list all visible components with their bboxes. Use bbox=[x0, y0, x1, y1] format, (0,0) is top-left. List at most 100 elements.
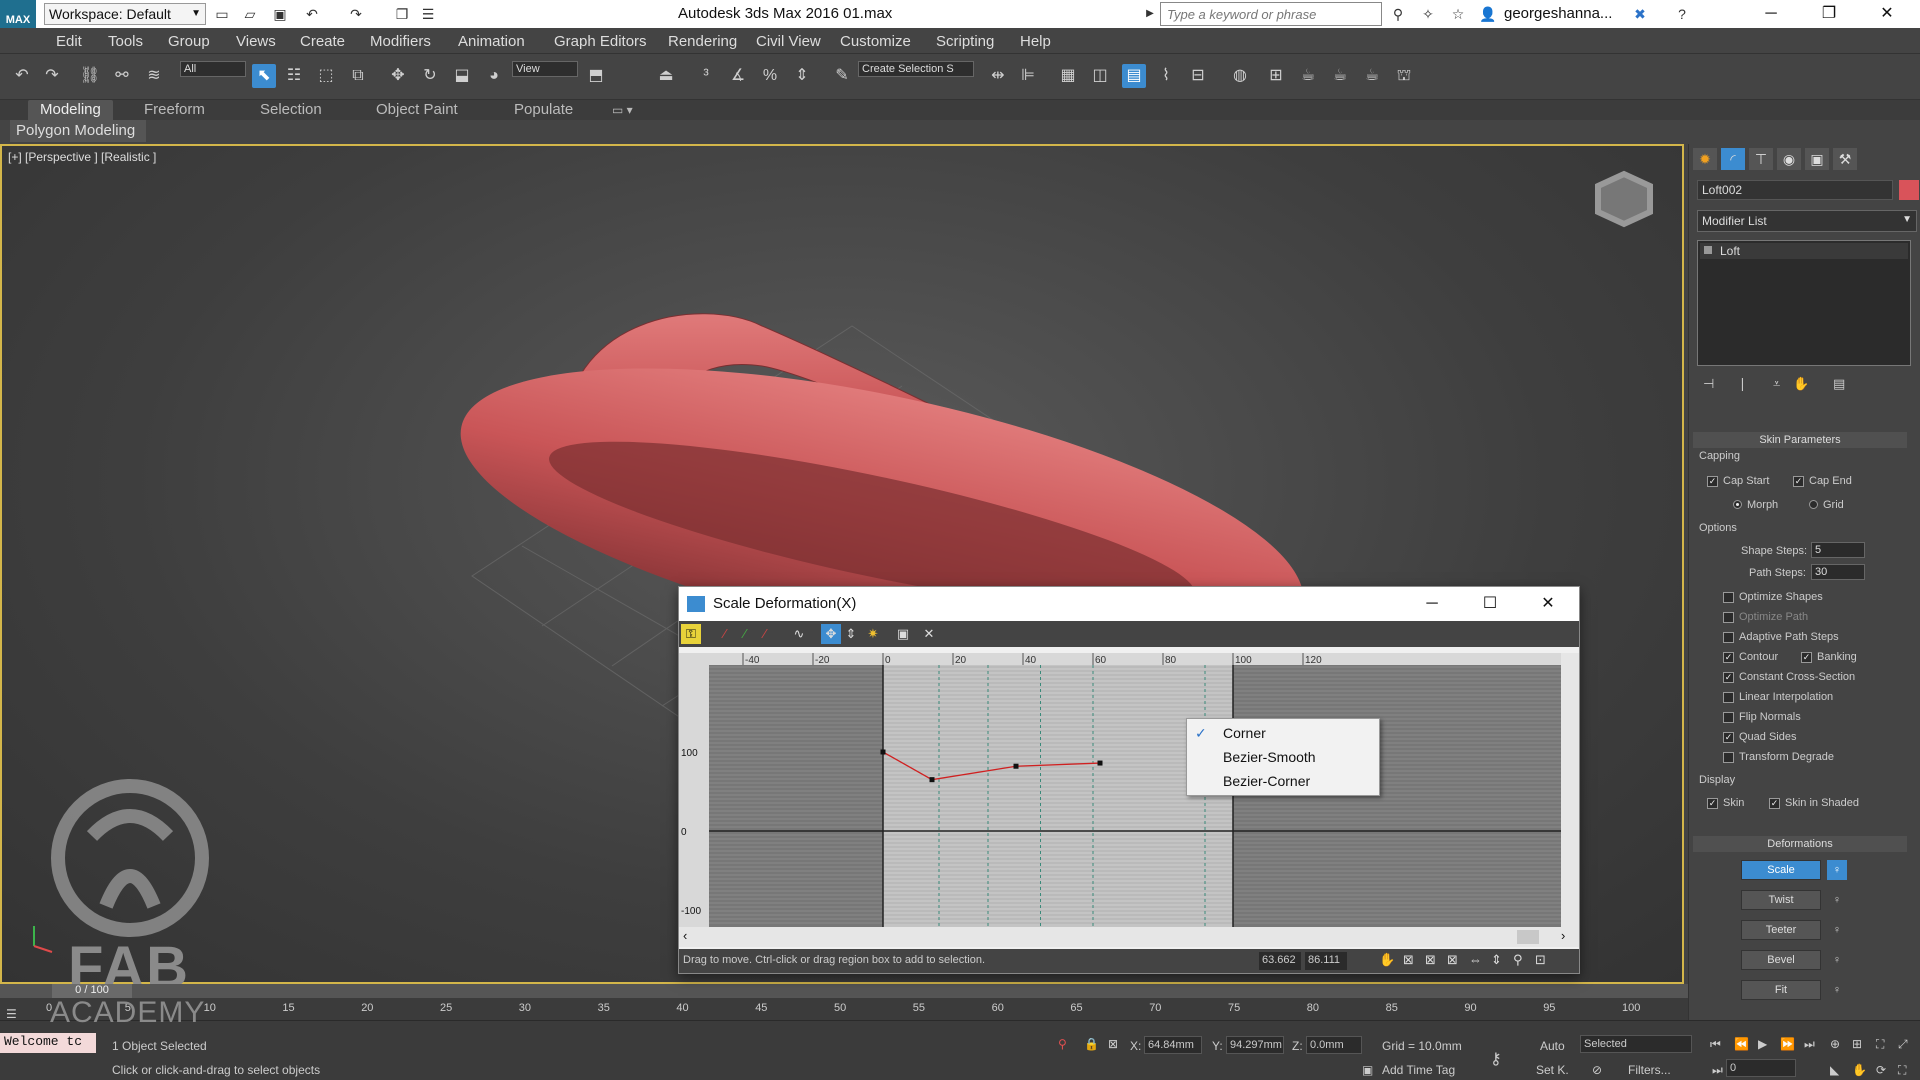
dialog-maximize-button[interactable]: ☐ bbox=[1461, 587, 1519, 621]
fit-toggle-icon[interactable]: ♀ bbox=[1827, 980, 1847, 1000]
control-point[interactable] bbox=[880, 749, 886, 755]
move-control-point-icon[interactable]: ✥ bbox=[821, 624, 841, 644]
project-folder-icon[interactable]: ❐ bbox=[392, 4, 412, 24]
create-tab-icon[interactable]: ✹ bbox=[1693, 148, 1717, 170]
tab-populate[interactable]: Populate bbox=[502, 100, 585, 120]
menu-item-bezier-corner[interactable]: Bezier-Corner bbox=[1187, 769, 1379, 793]
insert-corner-point-icon[interactable]: ✷ bbox=[863, 624, 883, 644]
undo-icon[interactable]: ↶ bbox=[10, 64, 34, 88]
minimize-button[interactable]: ─ bbox=[1742, 0, 1800, 28]
previous-frame-icon[interactable]: ⏪ bbox=[1734, 1037, 1749, 1051]
placement-icon[interactable]: ◕ bbox=[482, 64, 506, 88]
edit-named-selection-icon[interactable]: ✎ bbox=[830, 64, 854, 88]
zoom-region-icon[interactable]: ⊡ bbox=[1535, 952, 1546, 968]
tab-modeling[interactable]: Modeling bbox=[28, 100, 113, 120]
angle-snap-icon[interactable]: ∡ bbox=[726, 64, 750, 88]
scene-explorer-icon[interactable]: ▦ bbox=[1056, 64, 1080, 88]
teeter-toggle-icon[interactable]: ♀ bbox=[1827, 920, 1847, 940]
expand-box-icon[interactable] bbox=[1704, 246, 1712, 254]
key-mode-icon[interactable]: ⏭ bbox=[1712, 1063, 1723, 1078]
menu-views[interactable]: Views bbox=[236, 33, 276, 50]
control-point[interactable] bbox=[929, 777, 935, 783]
schematic-view-icon[interactable]: ⊟ bbox=[1186, 64, 1210, 88]
control-point[interactable] bbox=[1097, 760, 1103, 766]
render-iterative-icon[interactable]: ☕ bbox=[1360, 64, 1384, 88]
scroll-right-icon[interactable]: › bbox=[1561, 928, 1565, 943]
mirror-icon[interactable]: ⇹ bbox=[986, 64, 1010, 88]
path-steps-spinner[interactable]: 30 bbox=[1811, 564, 1865, 580]
redo-icon[interactable]: ↷ bbox=[40, 64, 64, 88]
modifier-stack[interactable]: Loft bbox=[1697, 240, 1911, 366]
selection-filter-select[interactable]: All bbox=[180, 61, 246, 77]
vertical-scrollbar[interactable] bbox=[1561, 653, 1579, 927]
teeter-deformation-button[interactable]: Teeter bbox=[1741, 920, 1821, 940]
zoom-vertical-extents-icon[interactable]: ⊠ bbox=[1447, 952, 1458, 968]
transform-degrade-checkbox[interactable] bbox=[1723, 752, 1734, 763]
constant-cross-section-checkbox[interactable]: ✓ bbox=[1723, 672, 1734, 683]
pan-icon[interactable]: ✋ bbox=[1852, 1063, 1867, 1077]
menu-create[interactable]: Create bbox=[300, 33, 345, 50]
key-icon[interactable]: ⚷ bbox=[1490, 1049, 1502, 1069]
snaps-toggle-icon[interactable]: ³ bbox=[694, 64, 718, 88]
menu-scripting[interactable]: Scripting bbox=[936, 33, 994, 50]
zoom-extents-all-icon[interactable]: ⤢ bbox=[1898, 1037, 1908, 1052]
keyboard-shortcut-icon[interactable]: ⏏ bbox=[654, 64, 678, 88]
contour-checkbox[interactable]: ✓ bbox=[1723, 652, 1734, 663]
workspace-dropdown[interactable]: Workspace: Default ▼ bbox=[44, 3, 206, 25]
open-file-icon[interactable]: ▱ bbox=[240, 4, 260, 24]
scrollbar-thumb[interactable] bbox=[1517, 930, 1539, 944]
timeline-ticks[interactable]: 0 5 10 15 20 25 30 35 40 45 50 55 60 65 70 75 80 85 90 95 10… bbox=[0, 998, 1688, 1020]
deformation-graph[interactable]: -40 -20 0 20 40 60 80 100 120 100 0 -100 bbox=[679, 653, 1579, 927]
select-by-name-icon[interactable]: ☷ bbox=[282, 64, 306, 88]
go-to-start-icon[interactable]: ⏮ bbox=[1710, 1037, 1721, 1052]
time-slider-track[interactable] bbox=[0, 984, 1688, 998]
play-icon[interactable]: ▶ bbox=[1758, 1037, 1767, 1051]
redo-icon[interactable]: ↷ bbox=[346, 4, 366, 24]
maxscript-listener[interactable]: Welcome tc bbox=[0, 1033, 96, 1053]
skin-in-shaded-checkbox[interactable]: ✓ bbox=[1769, 798, 1780, 809]
make-unique-icon[interactable]: ⩡ bbox=[1773, 376, 1780, 392]
object-name-field[interactable]: Loft002 bbox=[1697, 180, 1893, 200]
set-key-button[interactable]: Set K. bbox=[1536, 1063, 1569, 1077]
maximize-viewport-icon[interactable]: ⛶ bbox=[1898, 1063, 1906, 1078]
zoom-horizontal-extents-icon[interactable]: ⊠ bbox=[1425, 952, 1436, 968]
deformations-header[interactable]: Deformations bbox=[1693, 836, 1907, 852]
pin-stack-icon[interactable]: ⊣ bbox=[1703, 376, 1714, 392]
mini-listener-icon[interactable]: ☰ bbox=[6, 1007, 17, 1021]
display-tab-icon[interactable]: ▣ bbox=[1805, 148, 1829, 170]
reset-curve-icon[interactable]: ✕ bbox=[919, 624, 939, 644]
isolate-icon[interactable]: ⚲ bbox=[1058, 1037, 1067, 1051]
rectangular-selection-icon[interactable]: ⬚ bbox=[314, 64, 338, 88]
hierarchy-tab-icon[interactable]: ⊤ bbox=[1749, 148, 1773, 170]
window-crossing-icon[interactable]: ⧉ bbox=[346, 64, 370, 88]
z-coord-field[interactable]: 0.0mm bbox=[1306, 1036, 1362, 1054]
help-icon[interactable]: ? bbox=[1672, 4, 1692, 24]
adaptive-path-steps-checkbox[interactable] bbox=[1723, 632, 1734, 643]
pan-icon[interactable]: ✋ bbox=[1379, 952, 1395, 968]
ribbon-toggle-icon[interactable]: ▤ bbox=[1122, 64, 1146, 88]
key-filters-button[interactable]: Filters... bbox=[1628, 1063, 1671, 1077]
skin-checkbox[interactable]: ✓ bbox=[1707, 798, 1718, 809]
link-icon[interactable]: ⛓ bbox=[78, 64, 102, 88]
undo-icon[interactable]: ↶ bbox=[302, 4, 322, 24]
lock-selection-icon[interactable]: 🔒 bbox=[1084, 1037, 1099, 1051]
menu-edit[interactable]: Edit bbox=[56, 33, 82, 50]
display-y-axis-icon[interactable]: ⁄ bbox=[735, 624, 755, 644]
pivot-center-icon[interactable]: ⬒ bbox=[584, 64, 608, 88]
bevel-deformation-button[interactable]: Bevel bbox=[1741, 950, 1821, 970]
control-point[interactable] bbox=[1013, 763, 1019, 769]
zoom-icon[interactable]: ⊕ bbox=[1830, 1037, 1840, 1051]
restore-button[interactable]: ❐ bbox=[1800, 0, 1858, 28]
twist-toggle-icon[interactable]: ♀ bbox=[1827, 890, 1847, 910]
rotate-icon[interactable]: ↻ bbox=[418, 64, 442, 88]
shape-steps-spinner[interactable]: 5 bbox=[1811, 542, 1865, 558]
menu-help[interactable]: Help bbox=[1020, 33, 1051, 50]
zoom-extents-icon[interactable]: ⛶ bbox=[1876, 1037, 1884, 1052]
align-icon[interactable]: ⊫ bbox=[1016, 64, 1040, 88]
make-symmetrical-icon[interactable]: ⚿ bbox=[681, 624, 701, 644]
horizontal-scrollbar[interactable]: ‹ › bbox=[679, 927, 1579, 947]
ribbon-options-icon[interactable]: ▭ ▾ bbox=[600, 100, 645, 120]
communication-center-icon[interactable]: ✧ bbox=[1418, 4, 1438, 24]
scale-toggle-icon[interactable]: ♀ bbox=[1827, 860, 1847, 880]
select-object-icon[interactable]: ⬉ bbox=[252, 64, 276, 88]
